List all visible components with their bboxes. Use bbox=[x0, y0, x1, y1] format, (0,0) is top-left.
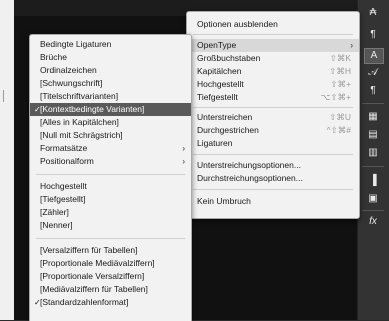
shortcut-label: ⌥⇧⌘+ bbox=[320, 92, 351, 102]
left-panel bbox=[0, 0, 15, 320]
menu-item-label: Ligaturen bbox=[197, 138, 233, 148]
chevron-right-icon: › bbox=[182, 144, 185, 153]
menu-item-label: Brüche bbox=[40, 52, 67, 62]
character-icon[interactable]: A bbox=[364, 48, 384, 64]
menu-item-strikethrough[interactable]: Durchgestrichen ^⇧⌘# bbox=[187, 124, 359, 137]
menu-item-label: [Alles in Kapitälchen] bbox=[40, 117, 119, 127]
character-panel-menu: Optionen ausblenden OpenType › Großbuchst… bbox=[186, 11, 360, 219]
menu-item-no-break[interactable]: Kein Umbruch bbox=[187, 195, 359, 208]
menu-item-discretionary-ligatures[interactable]: Bedingte Ligaturen bbox=[30, 38, 191, 51]
menu-item-slashed-zero[interactable]: [Null mit Schrägstrich] bbox=[30, 129, 191, 142]
menu-separator bbox=[193, 154, 353, 155]
menu-item-stylistic-sets[interactable]: Formatsätze › bbox=[30, 142, 191, 155]
menu-item-label: [Zähler] bbox=[40, 207, 69, 217]
menu-item-label: Durchstreichungsoptionen... bbox=[197, 173, 303, 183]
menu-item-numerator[interactable]: [Zähler] bbox=[30, 206, 191, 219]
dock-separator bbox=[362, 103, 384, 104]
menu-item-proportional-lining[interactable]: [Proportionale Versalziffern] bbox=[30, 270, 191, 283]
cell-styles-icon[interactable]: ▤ bbox=[364, 128, 382, 142]
menu-item-label: Durchgestrichen bbox=[197, 125, 259, 135]
menu-separator bbox=[36, 238, 185, 239]
menu-item-titling[interactable]: [Titelschriftvarianten] bbox=[30, 90, 191, 103]
menu-item-ligatures[interactable]: Ligaturen bbox=[187, 137, 359, 150]
align-icon[interactable]: ▐ bbox=[364, 174, 382, 188]
menu-item-subscript[interactable]: [Tiefgestellt] bbox=[30, 193, 191, 206]
menu-item-label: Ordinalzeichen bbox=[40, 65, 97, 75]
menu-item-proportional-oldstyle[interactable]: [Proportionale Mediävalziffern] bbox=[30, 257, 191, 270]
menu-item-label: Hochgestellt bbox=[197, 79, 244, 89]
menu-item-superscript[interactable]: Hochgestellt bbox=[30, 180, 191, 193]
dock-separator bbox=[362, 166, 384, 167]
table-styles-icon[interactable]: ▥ bbox=[364, 146, 382, 160]
menu-item-all-small-caps[interactable]: [Alles in Kapitälchen] bbox=[30, 116, 191, 129]
shortcut-label: ⇧⌘K bbox=[329, 53, 351, 63]
menu-separator bbox=[193, 107, 353, 108]
menu-item-label: [Schwungschrift] bbox=[40, 78, 103, 88]
menu-item-label: Tiefgestellt bbox=[197, 92, 238, 102]
paragraph-styles-icon[interactable]: ¶ bbox=[364, 28, 382, 42]
menu-item-fractions[interactable]: Brüche bbox=[30, 51, 191, 64]
right-panel-dock: ₳ ¶ A 𝒜 ¶ ▦ ▤ ▥ ▐ ▣ fx bbox=[357, 0, 389, 320]
menu-item-subscript[interactable]: Tiefgestellt ⌥⇧⌘+ bbox=[187, 91, 359, 104]
menu-separator bbox=[36, 174, 185, 175]
paragraph-icon[interactable]: ¶ bbox=[364, 84, 382, 98]
menu-item-label: Optionen ausblenden bbox=[197, 19, 278, 29]
menu-item-hide-options[interactable]: Optionen ausblenden bbox=[187, 18, 359, 31]
shortcut-label: ^⇧⌘# bbox=[326, 125, 351, 135]
menu-item-label: Großbuchstaben bbox=[197, 53, 261, 63]
menu-separator bbox=[193, 34, 353, 35]
menu-item-label: [Null mit Schrägstrich] bbox=[40, 130, 123, 140]
menu-item-label: Hochgestellt bbox=[40, 181, 87, 191]
menu-item-small-caps[interactable]: Kapitälchen ⇧⌘H bbox=[187, 65, 359, 78]
chevron-right-icon: › bbox=[350, 41, 353, 50]
menu-item-label: Positionalform bbox=[40, 156, 94, 166]
panel-edge-mark bbox=[3, 90, 8, 102]
menu-item-label: OpenType bbox=[197, 40, 237, 50]
menu-item-label: Kapitälchen bbox=[197, 66, 242, 76]
menu-item-label: [Nenner] bbox=[40, 220, 73, 230]
menu-item-all-caps[interactable]: Großbuchstaben ⇧⌘K bbox=[187, 52, 359, 65]
menu-item-strikethrough-options[interactable]: Durchstreichungsoptionen... bbox=[187, 172, 359, 185]
effects-icon[interactable]: fx bbox=[364, 215, 382, 229]
opentype-submenu: Bedingte Ligaturen Brüche Ordinalzeichen… bbox=[29, 34, 192, 321]
chevron-right-icon: › bbox=[182, 157, 185, 166]
menu-item-superscript[interactable]: Hochgestellt ⇧⌘+ bbox=[187, 78, 359, 91]
menu-item-default-figure-style[interactable]: ✓ [Standardzahlenformat] bbox=[30, 296, 191, 309]
menu-item-label: Unterstreichen bbox=[197, 112, 253, 122]
menu-item-label: [Titelschriftvarianten] bbox=[40, 91, 119, 101]
menu-item-opentype[interactable]: OpenType › bbox=[187, 39, 359, 52]
menu-item-tabular-lining[interactable]: [Versalziffern für Tabellen] bbox=[30, 244, 191, 257]
menu-item-label: [Kontextbedingte Varianten] bbox=[40, 104, 145, 114]
menu-item-label: [Versalziffern für Tabellen] bbox=[40, 245, 138, 255]
character-styles-icon[interactable]: ₳ bbox=[364, 6, 382, 20]
table-icon[interactable]: ▦ bbox=[364, 110, 382, 124]
glyphs-icon[interactable]: 𝒜 bbox=[364, 66, 382, 80]
menu-item-label: [Proportionale Mediävalziffern] bbox=[40, 258, 155, 268]
menu-item-ordinal[interactable]: Ordinalzeichen bbox=[30, 64, 191, 77]
menu-item-label: [Mediävalziffern für Tabellen] bbox=[40, 284, 148, 294]
menu-item-positional-forms[interactable]: Positionalform › bbox=[30, 155, 191, 168]
menu-item-contextual-alternates[interactable]: ✓ [Kontextbedingte Varianten] bbox=[30, 103, 191, 116]
menu-item-label: [Tiefgestellt] bbox=[40, 194, 86, 204]
menu-item-label: Kein Umbruch bbox=[197, 196, 251, 206]
pathfinder-icon[interactable]: ▣ bbox=[364, 192, 382, 206]
shortcut-label: ⇧⌘U bbox=[329, 112, 351, 122]
menu-item-underline-options[interactable]: Unterstreichungsoptionen... bbox=[187, 159, 359, 172]
menu-item-swash[interactable]: [Schwungschrift] bbox=[30, 77, 191, 90]
menu-separator bbox=[193, 189, 353, 190]
menu-item-label: Unterstreichungsoptionen... bbox=[197, 160, 301, 170]
shortcut-label: ⇧⌘H bbox=[329, 66, 351, 76]
menu-item-label: Formatsätze bbox=[40, 143, 88, 153]
menu-item-label: [Proportionale Versalziffern] bbox=[40, 271, 145, 281]
menu-item-label: [Standardzahlenformat] bbox=[40, 297, 129, 307]
menu-item-underline[interactable]: Unterstreichen ⇧⌘U bbox=[187, 111, 359, 124]
menu-item-denominator[interactable]: [Nenner] bbox=[30, 219, 191, 232]
menu-item-tabular-oldstyle[interactable]: [Mediävalziffern für Tabellen] bbox=[30, 283, 191, 296]
dock-separator bbox=[362, 210, 384, 211]
shortcut-label: ⇧⌘+ bbox=[330, 79, 351, 89]
menu-item-label: Bedingte Ligaturen bbox=[40, 39, 112, 49]
